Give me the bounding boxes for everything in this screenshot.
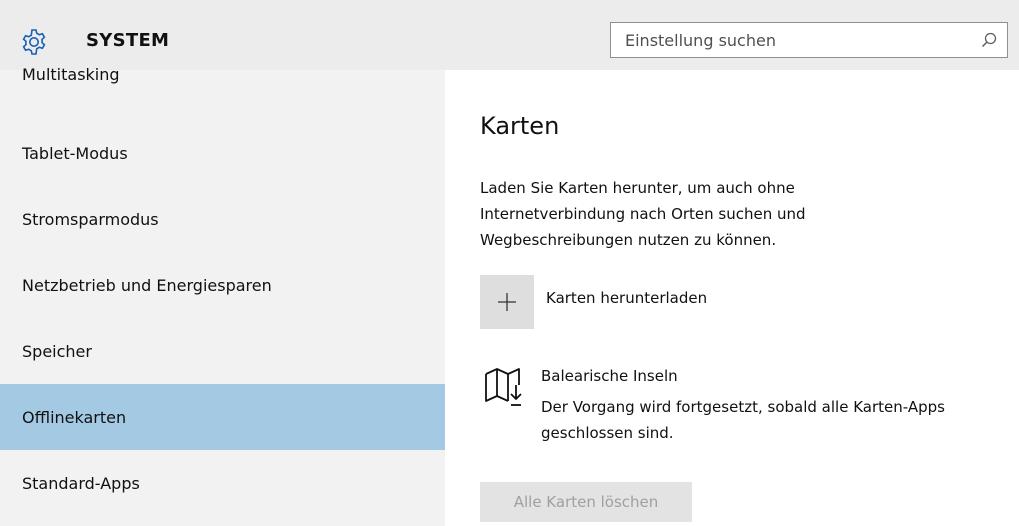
page-title: SYSTEM	[86, 30, 170, 51]
sidebar-item-label: Multitasking	[22, 65, 120, 84]
add-maps-button[interactable]	[480, 275, 534, 329]
sidebar-item-stromsparmodus[interactable]: Stromsparmodus	[0, 188, 445, 250]
plus-icon	[498, 293, 516, 311]
section-title: Karten	[480, 112, 560, 140]
gear-icon	[22, 29, 46, 55]
search-icon[interactable]	[981, 32, 997, 48]
sidebar-item-netzbetrieb[interactable]: Netzbetrieb und Energiesparen	[0, 254, 445, 316]
map-download-icon	[485, 368, 522, 406]
sidebar-item-multitasking[interactable]: Multitasking	[0, 56, 445, 98]
delete-all-maps-button[interactable]: Alle Karten löschen	[480, 482, 692, 522]
sidebar-item-label: Standard-Apps	[22, 474, 140, 493]
sidebar: Multitasking Tablet-Modus Stromsparmodus…	[0, 65, 445, 526]
main-content: Karten Laden Sie Karten herunter, um auc…	[445, 70, 1019, 526]
sidebar-item-standard-apps[interactable]: Standard-Apps	[0, 452, 445, 514]
sidebar-item-tablet-modus[interactable]: Tablet-Modus	[0, 122, 445, 184]
add-maps-label[interactable]: Karten herunterladen	[546, 289, 707, 307]
sidebar-item-label: Netzbetrieb und Energiesparen	[22, 276, 272, 295]
sidebar-item-label: Offlinekarten	[22, 408, 127, 427]
sidebar-item-offlinekarten[interactable]: Offlinekarten	[0, 384, 445, 450]
sidebar-item-speicher[interactable]: Speicher	[0, 320, 445, 382]
sidebar-item-label: Stromsparmodus	[22, 210, 159, 229]
sidebar-item-label: Speicher	[22, 342, 92, 361]
download-name: Balearische Inseln	[541, 367, 678, 385]
download-status: Der Vorgang wird fortgesetzt, sobald all…	[541, 398, 945, 442]
sidebar-item-label: Tablet-Modus	[22, 144, 128, 163]
search-placeholder: Einstellung suchen	[625, 31, 776, 50]
search-input[interactable]: Einstellung suchen	[610, 22, 1008, 58]
section-description: Laden Sie Karten herunter, um auch ohne …	[480, 179, 806, 249]
